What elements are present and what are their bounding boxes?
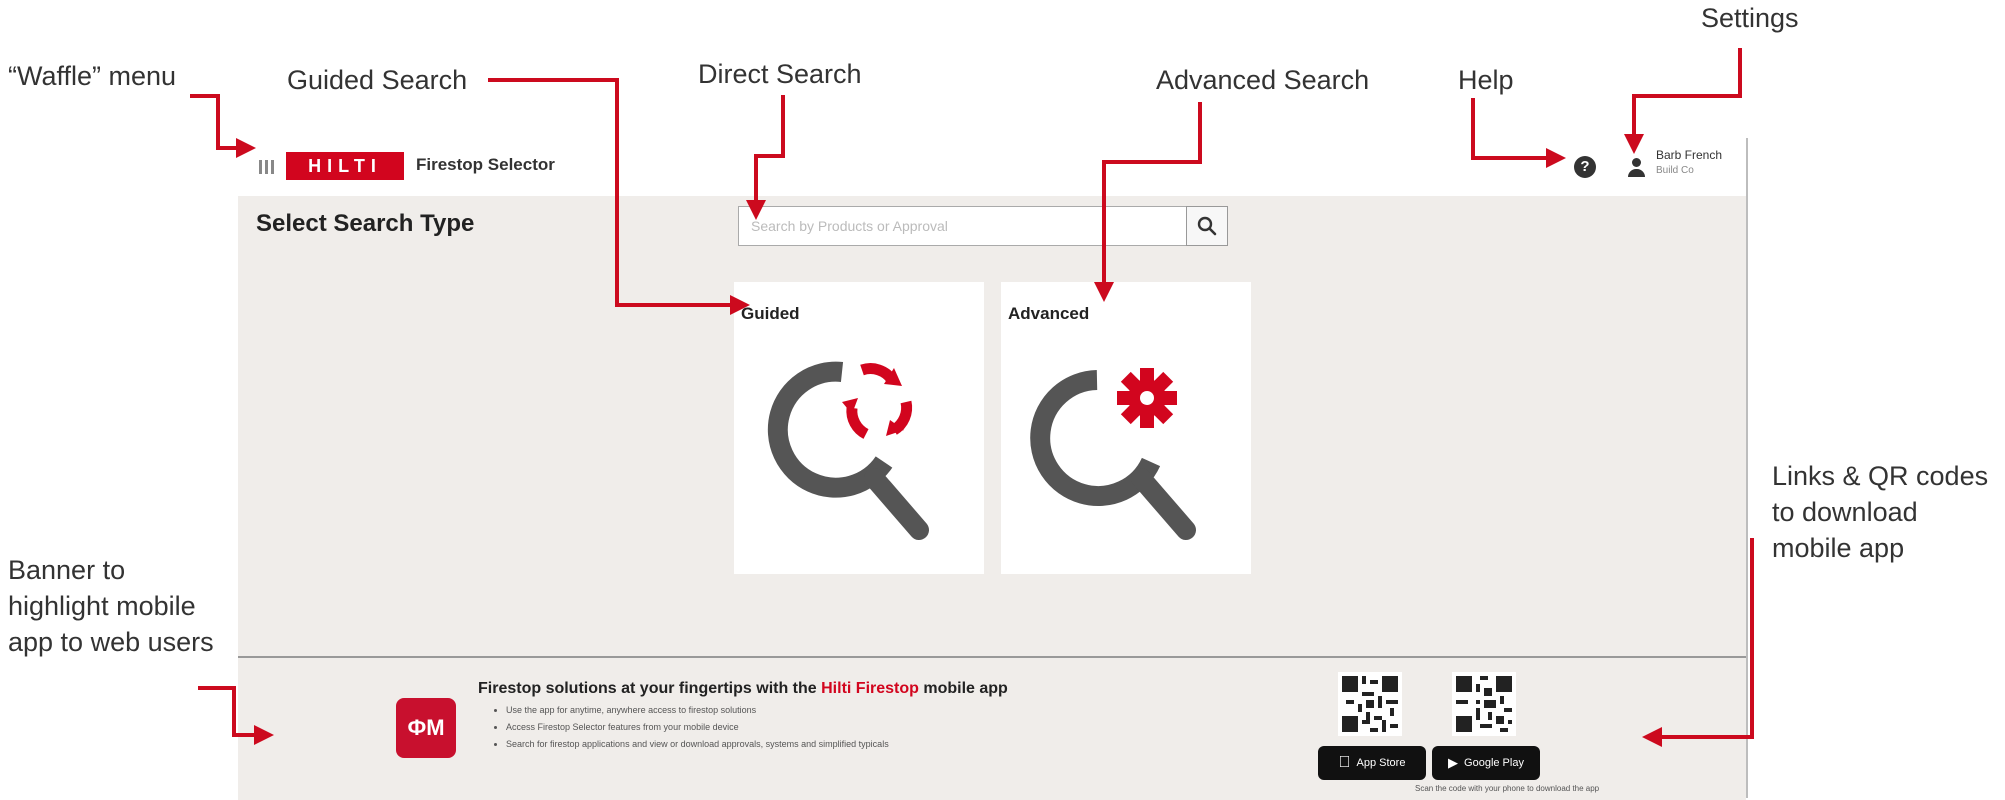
annotation-direct-search: Direct Search bbox=[698, 59, 862, 89]
banner-title: Firestop solutions at your fingertips wi… bbox=[478, 680, 1008, 697]
app-name: Firestop Selector bbox=[416, 155, 555, 174]
hilti-logo[interactable]: HILTI bbox=[286, 152, 404, 180]
google-play-qr-code[interactable] bbox=[1452, 672, 1516, 736]
advanced-search-card[interactable]: Advanced bbox=[1001, 282, 1251, 574]
help-icon[interactable]: ? bbox=[1574, 156, 1596, 178]
guided-search-icon bbox=[767, 361, 929, 540]
app-window: HILTI Firestop Selector ? Barb French Bu… bbox=[238, 138, 1748, 800]
annotation-banner: Banner to highlight mobile app to web us… bbox=[8, 555, 214, 657]
guided-search-card[interactable]: Guided bbox=[734, 282, 984, 574]
app-store-button[interactable]:  App Store bbox=[1318, 746, 1426, 780]
annotation-guided-search: Guided Search bbox=[287, 65, 468, 95]
scan-note: Scan the code with your phone to downloa… bbox=[1415, 784, 1600, 793]
search-icon bbox=[1197, 216, 1217, 236]
search-button[interactable] bbox=[1186, 206, 1228, 246]
direct-search-box bbox=[738, 206, 1228, 246]
card-title-advanced: Advanced bbox=[1008, 304, 1090, 323]
app-store-qr-code[interactable] bbox=[1338, 672, 1402, 736]
waffle-menu-icon[interactable] bbox=[254, 155, 278, 179]
annotation-links-qr: Links & QR codes to download mobile app bbox=[1772, 461, 1989, 563]
list-item: Search for firestop applications and vie… bbox=[506, 736, 889, 753]
banner-feature-list: Use the app for anytime, anywhere access… bbox=[494, 702, 889, 753]
card-title-guided: Guided bbox=[741, 304, 800, 323]
firestop-app-icon: ФМ bbox=[396, 698, 456, 758]
banner-brand-link[interactable]: Hilti Firestop bbox=[821, 680, 919, 697]
list-item: Use the app for anytime, anywhere access… bbox=[506, 702, 889, 719]
user-company: Build Co bbox=[1656, 165, 1694, 176]
user-name[interactable]: Barb French bbox=[1656, 148, 1722, 162]
top-bar: HILTI Firestop Selector ? Barb French Bu… bbox=[238, 138, 1746, 196]
arrow-settings bbox=[1624, 48, 1742, 154]
annotation-settings: Settings bbox=[1701, 3, 1799, 33]
user-settings-icon[interactable] bbox=[1626, 156, 1648, 180]
mobile-app-banner: ФМ Firestop solutions at your fingertips… bbox=[238, 656, 1746, 800]
advanced-search-icon bbox=[1030, 368, 1196, 540]
page-title: Select Search Type bbox=[256, 210, 475, 237]
list-item: Access Firestop Selector features from y… bbox=[506, 719, 889, 736]
apple-icon:  bbox=[1339, 754, 1351, 772]
play-icon: ▶ bbox=[1448, 755, 1459, 770]
annotation-help: Help bbox=[1458, 65, 1514, 95]
google-play-button[interactable]: ▶ Google Play bbox=[1432, 746, 1540, 780]
annotation-waffle-menu: “Waffle” menu bbox=[8, 61, 177, 91]
direct-search-input[interactable] bbox=[739, 207, 1179, 245]
annotation-advanced-search: Advanced Search bbox=[1156, 65, 1370, 95]
